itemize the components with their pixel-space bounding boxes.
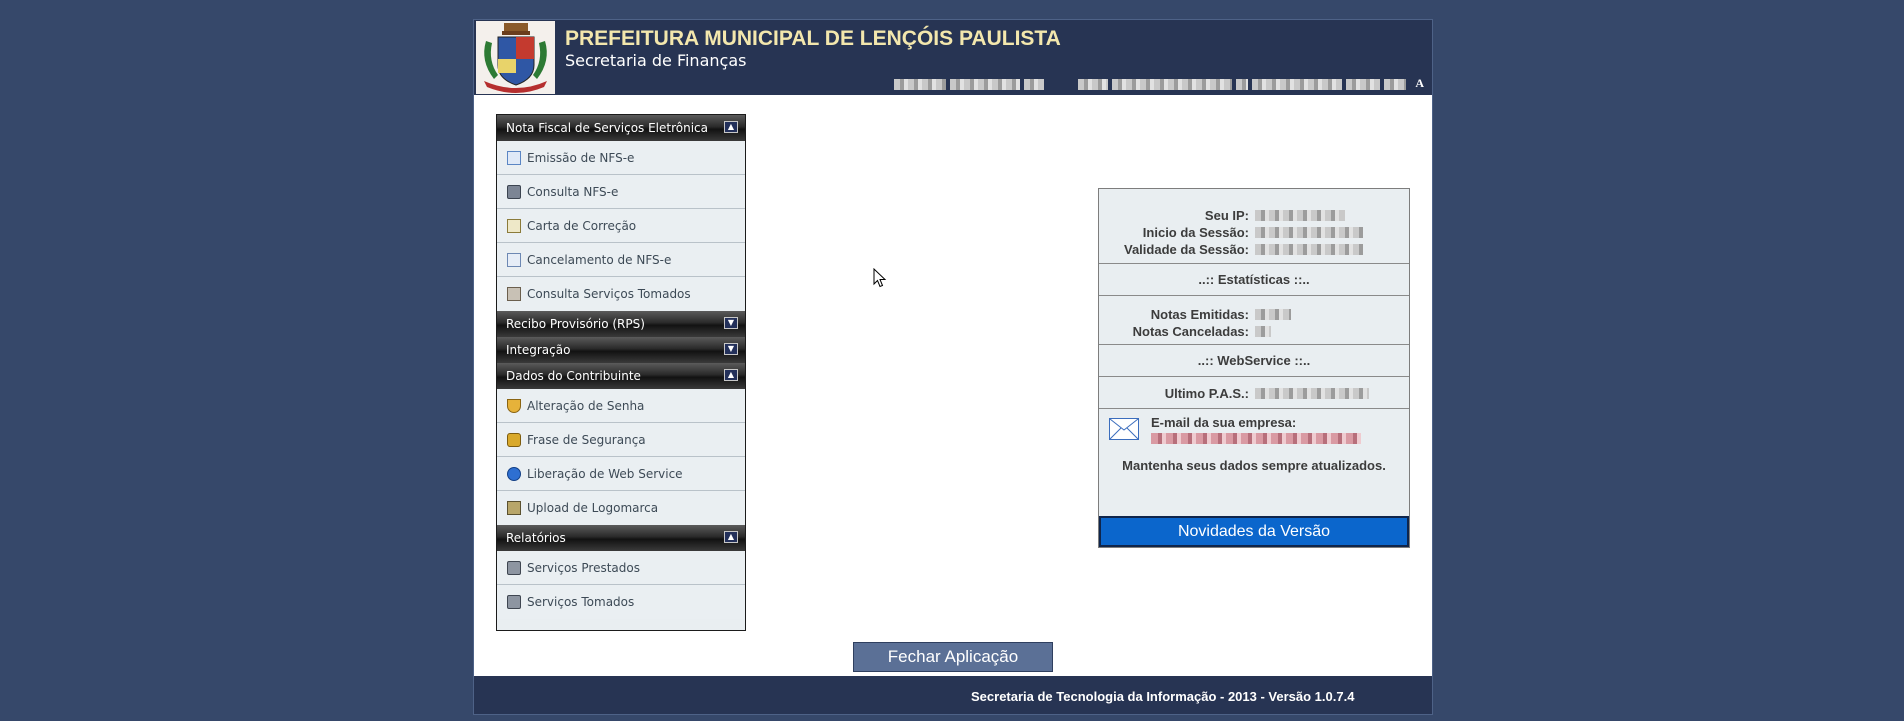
footer-text: Secretaria de Tecnologia da Informação -… xyxy=(971,689,1355,704)
menu-section-title: Dados do Contribuinte xyxy=(506,369,641,383)
coat-of-arms-logo xyxy=(476,21,555,94)
header-user-info-redacted xyxy=(894,78,1419,91)
last-pas-row: Ultimo P.A.S.: xyxy=(1099,377,1409,409)
search-document-icon xyxy=(507,184,521,199)
menu-item-label: Serviços Tomados xyxy=(527,595,635,609)
cancel-document-icon xyxy=(507,252,521,267)
menu-group-contribuinte: Alteração de Senha Frase de Segurança Li… xyxy=(497,389,745,525)
session-info-panel: Seu IP: Inicio da Sessão: Validade da Se… xyxy=(1098,188,1410,548)
close-application-button[interactable]: Fechar Aplicação xyxy=(853,642,1053,672)
printer-icon xyxy=(507,595,521,609)
last-pas-kv: Ultimo P.A.S.: xyxy=(1099,385,1409,402)
menu-item-cancelamento-nfse[interactable]: Cancelamento de NFS-e xyxy=(497,243,745,277)
menu-item-liberacao-webservice[interactable]: Liberação de Web Service xyxy=(497,457,745,491)
menu-item-relatorio-servicos-tomados[interactable]: Serviços Tomados xyxy=(497,585,745,619)
ip-label: Seu IP: xyxy=(1204,208,1249,223)
menu-section-integracao[interactable]: Integração ▼ xyxy=(497,337,745,363)
last-pas-label: Ultimo P.A.S.: xyxy=(1164,386,1249,401)
session-start-value-redacted xyxy=(1255,227,1363,238)
mouse-cursor-icon xyxy=(873,268,887,288)
menu-item-alteracao-senha[interactable]: Alteração de Senha xyxy=(497,389,745,423)
menu-item-label: Consulta NFS-e xyxy=(527,184,619,199)
footer: Secretaria de Tecnologia da Informação -… xyxy=(474,676,1432,714)
menu-item-label: Alteração de Senha xyxy=(527,398,645,413)
cancelled-notes-value-redacted xyxy=(1255,326,1271,337)
session-start-row: Inicio da Sessão: xyxy=(1099,224,1409,241)
menu-section-nfse[interactable]: Nota Fiscal de Serviços Eletrônica ▲ xyxy=(497,115,745,141)
session-section: Seu IP: Inicio da Sessão: Validade da Se… xyxy=(1099,189,1409,264)
menu-item-label: Liberação de Web Service xyxy=(527,466,683,481)
collapse-icon[interactable]: ▲ xyxy=(724,369,738,381)
cancelled-notes-label: Notas Canceladas: xyxy=(1132,324,1249,339)
expand-icon[interactable]: ▼ xyxy=(724,317,738,329)
collapse-icon[interactable]: ▲ xyxy=(724,121,738,133)
shield-key-icon xyxy=(507,398,521,413)
statistics-heading: ..:: Estatísticas ::.. xyxy=(1099,264,1409,296)
menu-item-label: Cancelamento de NFS-e xyxy=(527,252,672,267)
cancelled-notes-row: Notas Canceladas: xyxy=(1099,323,1409,340)
menu-section-title: Integração xyxy=(506,343,571,357)
app-frame: PREFEITURA MUNICIPAL DE LENÇÓIS PAULISTA… xyxy=(473,19,1433,715)
envelope-icon xyxy=(1109,418,1139,440)
menu-group-relatorios: Serviços Prestados Serviços Tomados xyxy=(497,551,745,619)
session-start-label: Inicio da Sessão: xyxy=(1142,225,1249,240)
email-label: E-mail da sua empresa: xyxy=(1151,415,1297,430)
menu-section-title: Nota Fiscal de Serviços Eletrônica xyxy=(506,121,709,135)
menu-item-label: Frase de Segurança xyxy=(527,432,646,447)
page-subtitle: Secretaria de Finanças xyxy=(565,51,747,70)
info-icon xyxy=(507,466,521,481)
menu-item-label: Consulta Serviços Tomados xyxy=(527,287,691,301)
menu-section-contribuinte[interactable]: Dados do Contribuinte ▲ xyxy=(497,363,745,389)
menu-item-carta-correcao[interactable]: Carta de Correção xyxy=(497,209,745,243)
menu-item-emissao-nfse[interactable]: Emissão de NFS-e xyxy=(497,141,745,175)
issued-notes-label: Notas Emitidas: xyxy=(1150,307,1249,322)
webservice-heading: ..:: WebService ::.. xyxy=(1099,345,1409,377)
issued-notes-row: Notas Emitidas: xyxy=(1099,306,1409,323)
header-end-letter: A xyxy=(1415,76,1424,90)
session-validity-label: Validade da Sessão: xyxy=(1123,242,1249,257)
menu-group-nfse: Emissão de NFS-e Consulta NFS-e Carta de… xyxy=(497,141,745,311)
email-section: E-mail da sua empresa: Mantenha seus dad… xyxy=(1099,409,1409,519)
menu-section-relatorios[interactable]: Relatórios ▲ xyxy=(497,525,745,551)
document-icon xyxy=(507,150,521,165)
release-notes-button[interactable]: Novidades da Versão xyxy=(1099,516,1409,547)
menu-item-label: Emissão de NFS-e xyxy=(527,150,635,165)
update-reminder: Mantenha seus dados sempre atualizados. xyxy=(1122,458,1386,473)
session-validity-value-redacted xyxy=(1255,244,1363,255)
user-document-icon xyxy=(507,287,521,301)
session-validity-row: Validade da Sessão: xyxy=(1099,241,1409,258)
menu-section-rps[interactable]: Recibo Provisório (RPS) ▼ xyxy=(497,311,745,337)
printer-icon xyxy=(507,560,521,575)
edit-document-icon xyxy=(507,218,521,233)
header: PREFEITURA MUNICIPAL DE LENÇÓIS PAULISTA… xyxy=(474,20,1432,95)
ip-row: Seu IP: xyxy=(1099,207,1409,224)
menu-item-servicos-prestados[interactable]: Serviços Prestados xyxy=(497,551,745,585)
side-menu: Nota Fiscal de Serviços Eletrônica ▲ Emi… xyxy=(496,114,746,631)
menu-item-label: Upload de Logomarca xyxy=(527,501,659,515)
menu-item-consulta-nfse[interactable]: Consulta NFS-e xyxy=(497,175,745,209)
page-title: PREFEITURA MUNICIPAL DE LENÇÓIS PAULISTA xyxy=(565,27,1061,50)
menu-item-label: Carta de Correção xyxy=(527,218,637,233)
issued-notes-value-redacted xyxy=(1255,309,1291,320)
menu-section-title: Relatórios xyxy=(506,531,566,545)
menu-section-title: Recibo Provisório (RPS) xyxy=(506,317,645,331)
email-value-redacted xyxy=(1151,433,1361,444)
menu-item-upload-logomarca[interactable]: Upload de Logomarca xyxy=(497,491,745,525)
menu-item-frase-seguranca[interactable]: Frase de Segurança xyxy=(497,423,745,457)
ip-value-redacted xyxy=(1255,210,1345,221)
collapse-icon[interactable]: ▲ xyxy=(724,531,738,543)
menu-item-servicos-tomados[interactable]: Consulta Serviços Tomados xyxy=(497,277,745,311)
expand-icon[interactable]: ▼ xyxy=(724,343,738,355)
image-icon xyxy=(507,501,521,515)
menu-item-label: Serviços Prestados xyxy=(527,560,640,575)
last-pas-value-redacted xyxy=(1255,388,1369,399)
lock-icon xyxy=(507,432,521,447)
statistics-section: Notas Emitidas: Notas Canceladas: xyxy=(1099,296,1409,345)
